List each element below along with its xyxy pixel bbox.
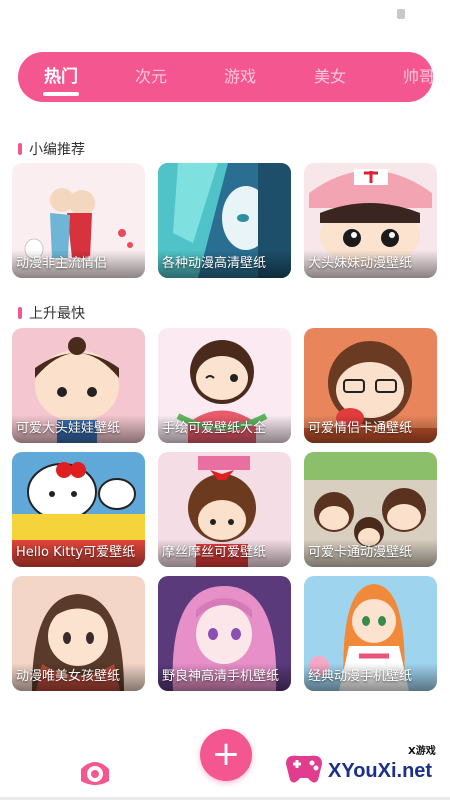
status-indicator [397, 9, 405, 19]
plus-icon: + [211, 734, 241, 774]
wallpaper-card[interactable]: 经典动漫手机壁纸 [304, 576, 437, 691]
card-caption: Hello Kitty可爱壁纸 [12, 539, 145, 567]
tab-games[interactable]: 游戏 [224, 52, 256, 102]
watermark-small-text: X游戏 [408, 746, 436, 757]
wallpaper-card[interactable]: 大头妹妹动漫壁纸 [304, 163, 437, 278]
card-caption: 各种动漫高清壁纸 [158, 250, 291, 278]
wallpaper-card[interactable]: 动漫非主流情侣 [12, 163, 145, 278]
wallpaper-card[interactable]: Hello Kitty可爱壁纸 [12, 452, 145, 567]
card-caption: 可爱卡通动漫壁纸 [304, 539, 437, 567]
wallpaper-card[interactable]: 可爱大头娃娃壁纸 [12, 328, 145, 443]
gamepad-logo-icon [286, 755, 322, 783]
tab-beauties[interactable]: 美女 [314, 52, 346, 102]
card-caption: 野良神高清手机壁纸 [158, 663, 291, 691]
card-caption: 大头妹妹动漫壁纸 [304, 250, 437, 278]
card-caption: 经典动漫手机壁纸 [304, 663, 437, 691]
card-caption: 可爱情侣卡通壁纸 [304, 415, 437, 443]
wallpaper-card[interactable]: 摩丝摩丝可爱壁纸 [158, 452, 291, 567]
eye-icon[interactable] [77, 755, 113, 789]
site-watermark: X游戏 XYouXi.net [282, 740, 450, 800]
section-accent-bar [18, 307, 22, 319]
wallpaper-card[interactable]: 可爱情侣卡通壁纸 [304, 328, 437, 443]
wallpaper-card[interactable]: 野良神高清手机壁纸 [158, 576, 291, 691]
wallpaper-card[interactable]: 各种动漫高清壁纸 [158, 163, 291, 278]
card-caption: 手绘可爱壁纸大全 [158, 415, 291, 443]
wallpaper-card[interactable]: 可爱卡通动漫壁纸 [304, 452, 437, 567]
category-tab-bar: 热门 次元 游戏 美女 帅哥 [18, 52, 433, 102]
section-title-rising: 上升最快 [18, 304, 85, 324]
section-title-recommended: 小编推荐 [18, 140, 85, 160]
card-caption: 动漫非主流情侣 [12, 250, 145, 278]
add-button[interactable]: + [200, 729, 252, 781]
card-caption: 可爱大头娃娃壁纸 [12, 415, 145, 443]
watermark-site-name: XYouXi.net [328, 760, 433, 782]
card-caption: 摩丝摩丝可爱壁纸 [158, 539, 291, 567]
card-caption: 动漫唯美女孩壁纸 [12, 663, 145, 691]
section-title-text: 小编推荐 [29, 142, 85, 158]
section-accent-bar [18, 143, 22, 155]
active-tab-indicator [43, 92, 79, 96]
tab-handsome[interactable]: 帅哥 [403, 52, 433, 102]
wallpaper-card[interactable]: 动漫唯美女孩壁纸 [12, 576, 145, 691]
tab-anime[interactable]: 次元 [135, 52, 167, 102]
section-title-text: 上升最快 [29, 306, 85, 322]
wallpaper-card[interactable]: 手绘可爱壁纸大全 [158, 328, 291, 443]
